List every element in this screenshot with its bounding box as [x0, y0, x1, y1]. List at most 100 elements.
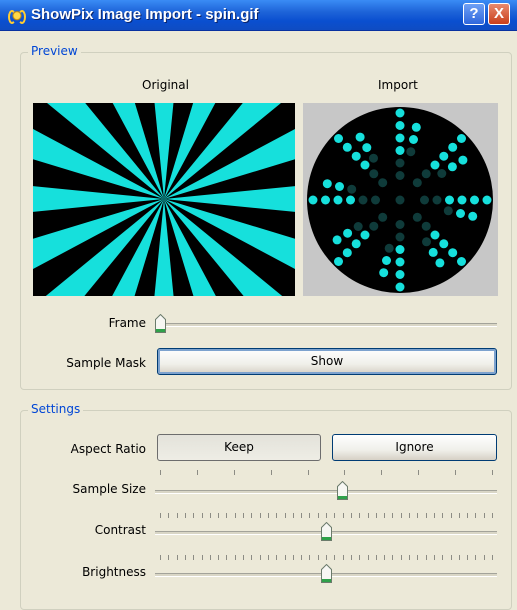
slider-tick [475, 555, 477, 560]
slider-tick [184, 513, 186, 518]
slider-tick [492, 470, 493, 475]
slider-tick [409, 513, 410, 518]
sample-size-slider-thumb[interactable] [337, 481, 349, 500]
slider-tick [492, 513, 493, 518]
original-preview-image [33, 103, 295, 296]
slider-tick [251, 555, 253, 560]
slider-tick [417, 513, 419, 518]
slider-tick [309, 555, 311, 560]
slider-tick [292, 555, 294, 560]
contrast-label: Contrast [94, 523, 146, 537]
slider-tick [350, 513, 352, 518]
slider-tick [326, 513, 327, 518]
slider-tick [284, 513, 286, 518]
slider-tick [475, 513, 477, 518]
slider-tick [209, 513, 211, 518]
slider-tick [270, 470, 272, 475]
slider-tick [259, 555, 261, 560]
import-label: Import [378, 78, 418, 92]
slider-tick [218, 513, 220, 518]
led-matrix-image [307, 107, 493, 293]
slider-tick [483, 513, 485, 518]
preview-legend: Preview [28, 44, 81, 58]
slider-tick [276, 513, 278, 518]
slider-tick [196, 470, 198, 475]
window-title: ShowPix Image Import - spin.gif [31, 6, 259, 23]
ignore-button[interactable]: Ignore [332, 434, 497, 461]
import-preview-image [303, 103, 498, 296]
slider-tick [326, 555, 327, 560]
brightness-label: Brightness [82, 565, 146, 579]
slider-tick [367, 513, 369, 518]
slider-tick [226, 513, 228, 518]
sample-size-slider[interactable] [155, 479, 497, 501]
slider-tick [442, 513, 444, 518]
slider-tick [218, 555, 220, 560]
contrast-slider[interactable] [155, 520, 497, 542]
slider-tick [418, 470, 420, 475]
slider-tick [392, 555, 394, 560]
slider-tick [450, 513, 452, 518]
slider-tick [342, 555, 344, 560]
frame-slider[interactable] [155, 312, 497, 334]
show-button[interactable]: Show [157, 348, 497, 375]
frame-slider-track [155, 323, 497, 327]
slider-tick [284, 555, 286, 560]
spin-rays-image [33, 103, 295, 296]
brightness-slider[interactable] [155, 562, 497, 584]
slider-tick [292, 513, 294, 518]
slider-tick [243, 513, 244, 518]
slider-tick [442, 555, 444, 560]
slider-tick [226, 555, 228, 560]
slider-tick [267, 555, 269, 560]
slider-tick [467, 513, 469, 518]
slider-tick [168, 513, 170, 518]
brightness-slider-thumb[interactable] [320, 564, 332, 583]
settings-legend: Settings [28, 402, 84, 416]
slider-tick [367, 555, 369, 560]
keep-button[interactable]: Keep [157, 434, 321, 461]
close-button[interactable]: X [488, 3, 510, 25]
slider-tick [201, 555, 203, 560]
sample-size-slider-track [155, 490, 497, 494]
slider-tick [384, 513, 386, 518]
slider-tick [425, 555, 427, 560]
slider-tick [392, 513, 394, 518]
broadcast-icon[interactable] [8, 8, 26, 24]
slider-tick [492, 555, 493, 560]
slider-tick [259, 513, 261, 518]
slider-tick [234, 555, 236, 560]
title-bar[interactable]: ShowPix Image Import - spin.gif ? X [0, 0, 517, 31]
slider-tick [359, 513, 361, 518]
contrast-slider-thumb[interactable] [320, 522, 332, 541]
slider-tick [450, 555, 452, 560]
slider-tick [168, 555, 170, 560]
slider-tick [455, 470, 457, 475]
frame-slider-thumb[interactable] [155, 314, 166, 333]
slider-tick [184, 555, 186, 560]
slider-tick [467, 555, 469, 560]
slider-tick [160, 513, 161, 518]
sample-size-ticks [160, 470, 493, 476]
slider-tick [276, 555, 278, 560]
contrast-ticks [160, 513, 493, 519]
slider-tick [375, 513, 377, 518]
slider-tick [243, 555, 244, 560]
slider-tick [160, 470, 161, 475]
aspect-ratio-label: Aspect Ratio [70, 442, 146, 456]
slider-tick [425, 513, 427, 518]
slider-tick [201, 513, 203, 518]
slider-tick [209, 555, 211, 560]
sample-size-label: Sample Size [72, 482, 146, 496]
help-button[interactable]: ? [463, 3, 485, 25]
slider-tick [433, 513, 435, 518]
slider-tick [233, 470, 235, 475]
slider-tick [375, 555, 377, 560]
brightness-ticks [160, 555, 493, 561]
slider-tick [334, 513, 336, 518]
slider-tick [317, 555, 319, 560]
slider-tick [417, 555, 419, 560]
slider-tick [350, 555, 352, 560]
slider-tick [301, 555, 303, 560]
slider-tick [409, 555, 410, 560]
